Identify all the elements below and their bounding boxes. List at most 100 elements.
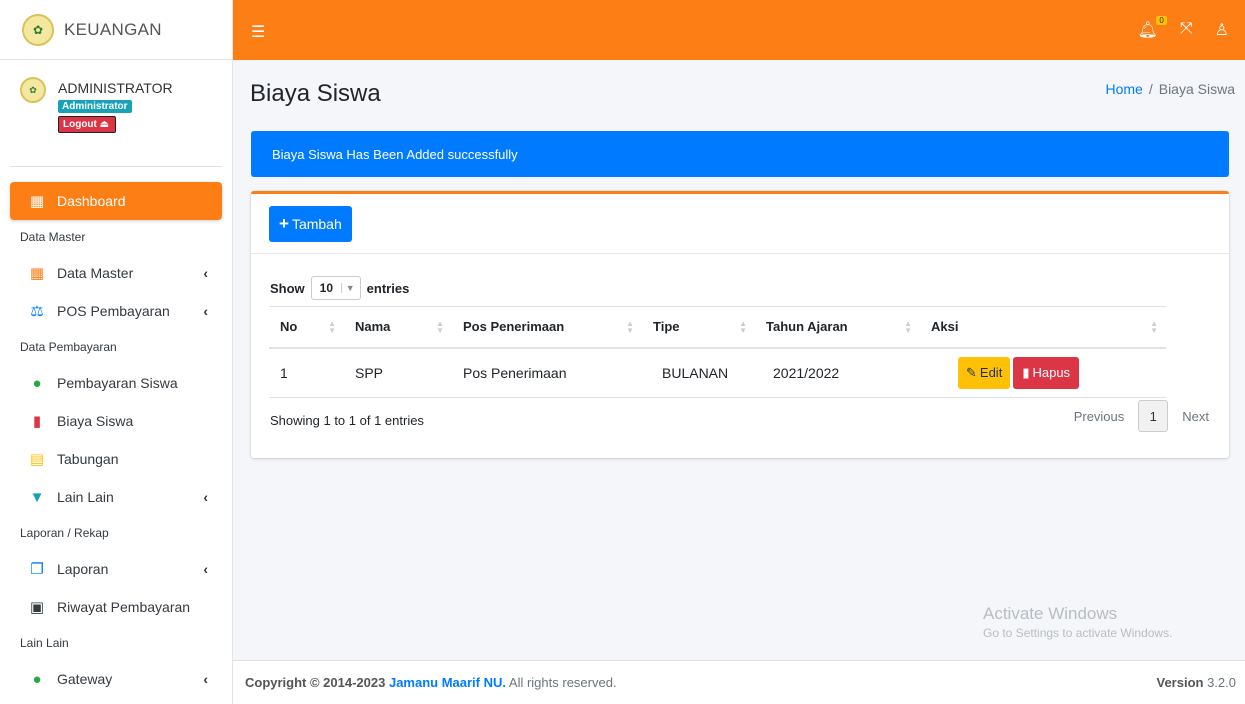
page-length-value: 10 [319,281,334,295]
sort-icon: ▲ ▼ [904,319,912,335]
sort-icon: ▲ ▼ [436,319,444,335]
school-logo-icon: ✿ [22,13,54,46]
card-header: + Tambah [251,194,1229,254]
watermark-title: Activate Windows [983,604,1118,623]
delete-button[interactable]: ▮ Hapus [1013,356,1080,389]
sidebar-item-lain-lain[interactable]: ▼ Lain Lain ‹ [10,478,222,516]
sidebar-item-gateway[interactable]: ● Gateway ‹ [10,660,222,698]
chevron-left-icon: ‹ [203,489,208,505]
table-info: Showing 1 to 1 of 1 entries [270,413,424,428]
sidebar-item-pos-pembayaran[interactable]: ⚖ POS Pembayaran ‹ [10,292,222,330]
sidebar-item-label: Lain Lain [57,489,114,505]
sidebar-nav: ▦ Dashboard Data Master ▦ Data Master ‹ … [0,167,232,698]
pagination: Previous 1 Next [1060,400,1209,432]
brand-name: KEUANGAN [64,19,162,39]
chevron-left-icon: ‹ [203,265,208,281]
table-row: 1 SPP Pos Penerimaan BULANAN 2021/2022 ✎… [269,347,1166,398]
column-header-pos[interactable]: Pos Penerimaan ▲ ▼ [452,306,642,349]
pagination-next[interactable]: Next [1168,409,1209,424]
nav-header-data-pembayaran: Data Pembayaran [20,340,117,354]
pagination-previous[interactable]: Previous [1060,409,1139,424]
nav-header-data-master: Data Master [20,230,86,244]
trash-icon: ▮ [1022,364,1030,380]
breadcrumb: Home / Biaya Siswa [1105,81,1235,97]
cell-no: 1 [269,347,344,398]
fullscreen-icon[interactable]: ⤧ [1180,20,1193,40]
table-icon: ▦ [29,265,45,282]
money-icon: ● [32,374,42,392]
sidebar-item-label: Laporan [57,561,109,577]
logout-button[interactable]: Logout ⏏ [58,116,116,133]
user-profile-icon[interactable]: ♙ [1215,20,1229,40]
biaya-siswa-card: + Tambah Show 10 ▼ entries No ▲ ▼ Nama ▲ ▼ P… [251,191,1229,458]
breadcrumb-home-link[interactable]: Home [1105,81,1142,97]
cell-aksi: ✎ Edit ▮ Hapus [920,347,1166,398]
chevron-left-icon: ‹ [203,561,208,577]
column-header-tipe[interactable]: Tipe ▲ ▼ [642,306,755,349]
edit-button-label: Edit [979,365,1003,381]
scale-icon: ⚖ [30,303,44,320]
grid-icon: ▦ [29,193,45,210]
plus-icon: + [279,214,289,233]
sidebar-item-label: Gateway [57,671,113,687]
sidebar-item-label: Data Master [57,265,134,281]
copyright-text: Copyright © 2014-2023 Jamanu Maarif NU. … [245,675,617,690]
page-length-select[interactable]: 10 ▼ [310,276,361,300]
brand-link[interactable]: ✿ KEUANGAN [0,0,232,60]
sidebar-item-dashboard[interactable]: ▦ Dashboard [10,182,222,220]
cell-nama: SPP [344,347,452,398]
invoice-icon: ▮ [32,413,42,430]
hamburger-menu-icon[interactable]: ☰ [251,22,265,42]
sidebar-item-laporan[interactable]: ❐ Laporan ‹ [10,550,222,588]
org-link[interactable]: Jamanu Maarif NU. [389,675,506,690]
nav-header-lain: Lain Lain [20,636,69,650]
column-header-tahun[interactable]: Tahun Ajaran ▲ ▼ [755,306,920,349]
copy-icon: ❐ [30,561,44,578]
sidebar-item-biaya-siswa[interactable]: ▮ Biaya Siswa [10,402,222,440]
watermark-subtitle: Go to Settings to activate Windows. [983,626,1173,640]
version-text: Version 3.2.0 [1156,675,1237,690]
notification-bell-icon[interactable]: 🔔︎ 0 [1138,16,1167,40]
sidebar-item-label: Dashboard [57,193,126,209]
sidebar-item-pembayaran-siswa[interactable]: ● Pembayaran Siswa [10,364,222,402]
money-bill-icon: ● [32,670,42,688]
sort-icon: ▲ ▼ [739,319,747,335]
cell-tahun: 2021/2022 [755,347,920,398]
delete-button-label: Hapus [1032,365,1071,381]
clipboard-icon: ▣ [29,599,45,616]
sidebar-item-riwayat[interactable]: ▣ Riwayat Pembayaran [10,588,222,626]
top-navbar: ☰ 🔔︎ 0 ⤧ ♙ [233,0,1245,60]
sidebar-item-data-master[interactable]: ▦ Data Master ‹ [10,254,222,292]
entries-label: entries [366,280,410,296]
wallet-icon: ▤ [29,451,45,468]
activate-windows-watermark: Activate Windows Go to Settings to activ… [983,604,1172,640]
add-button-label: Tambah [291,216,342,232]
nav-header-laporan: Laporan / Rekap [20,526,109,540]
sidebar: ✿ KEUANGAN ✿ ADMINISTRATOR Administrator… [0,0,233,704]
pagination-page-1[interactable]: 1 [1138,400,1169,432]
column-header-no[interactable]: No ▲ ▼ [269,306,344,349]
sidebar-item-label: POS Pembayaran [57,303,170,319]
cell-pos: Pos Penerimaan [452,347,642,398]
breadcrumb-separator: / [1148,81,1153,97]
success-alert: Biaya Siswa Has Been Added successfully [251,131,1229,177]
user-panel: ✿ ADMINISTRATOR Administrator Logout ⏏ [10,60,222,167]
sort-icon: ▲ ▼ [626,319,634,335]
column-header-nama[interactable]: Nama ▲ ▼ [344,306,452,349]
sidebar-item-label: Biaya Siswa [57,413,134,429]
edit-icon: ✎ [966,364,977,380]
role-badge: Administrator [58,100,132,113]
sort-icon: ▲ ▼ [328,319,336,335]
chevron-down-icon: ▼ [340,283,355,293]
page-length-control: Show 10 ▼ entries [270,276,409,300]
column-header-aksi[interactable]: Aksi ▲ ▼ [920,306,1166,349]
footer: Copyright © 2014-2023 Jamanu Maarif NU. … [233,660,1245,704]
edit-button[interactable]: ✎ Edit [958,356,1011,389]
biaya-table: No ▲ ▼ Nama ▲ ▼ Pos Penerimaan ▲ ▼ Tipe ▲ ▼ Tahu… [269,306,1166,398]
avatar: ✿ [20,77,46,103]
user-name[interactable]: ADMINISTRATOR [58,80,173,96]
table-header-row: No ▲ ▼ Nama ▲ ▼ Pos Penerimaan ▲ ▼ Tipe ▲ ▼ Tahu… [269,306,1166,349]
add-button[interactable]: + Tambah [269,206,352,242]
chevron-left-icon: ‹ [203,303,208,319]
sidebar-item-tabungan[interactable]: ▤ Tabungan [10,440,222,478]
